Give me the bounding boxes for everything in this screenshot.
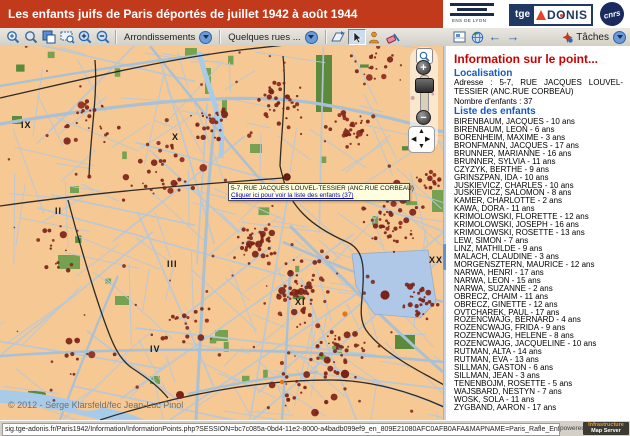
forward-icon[interactable]: → <box>504 29 522 45</box>
zoom-in-button[interactable]: + <box>416 60 431 75</box>
tasks-menu[interactable]: Tâches <box>562 29 626 45</box>
children-list: BIRENBAUM, JACQUES - 10 ansBIRENBAUM, LE… <box>454 118 626 412</box>
tge-label: tge <box>511 6 534 24</box>
district-label: X <box>172 132 179 142</box>
tasks-label: Tâches <box>576 32 609 43</box>
child-entry: ZYGBAND, AARON - 17 ans <box>454 404 626 412</box>
map-copyright: © 2012 - Serge Klarsfeld/fec Jean-Luc Pi… <box>8 400 183 410</box>
pan-down-icon[interactable]: ▼ <box>418 143 425 150</box>
overview-map-icon[interactable] <box>450 29 468 45</box>
application-window: Les enfants juifs de Paris déportés de j… <box>0 0 630 436</box>
chevron-down-icon[interactable] <box>199 31 212 44</box>
full-extent-icon[interactable] <box>40 29 58 45</box>
pan-right-icon[interactable]: ▶ <box>425 136 430 143</box>
zoom-previous-icon[interactable] <box>22 29 40 45</box>
address-text: Adresse : 5-7, RUE JACQUES LOUVEL-TESSIE… <box>454 79 623 96</box>
select-arrow-icon[interactable] <box>348 29 366 45</box>
zoom-in-icon[interactable] <box>4 29 22 45</box>
logo-strip: ENS DE LYON tge DONIS cnrs <box>443 0 630 29</box>
district-label: XX <box>429 255 443 265</box>
adonis-triangle-icon <box>536 10 546 20</box>
globe-icon[interactable] <box>468 29 486 45</box>
status-url: sig.tge-adonis.fr/Paris1942/Information/… <box>2 423 560 436</box>
district-label: III <box>167 259 178 269</box>
cnrs-logo: cnrs <box>598 0 626 28</box>
pan-map-icon[interactable] <box>330 29 348 45</box>
map-server-badge: Infrastructure Map Server <box>583 422 629 435</box>
pan-up-icon[interactable]: ▲ <box>418 128 425 135</box>
zoom-plus-icon[interactable] <box>76 29 94 45</box>
tooltip-children-link[interactable]: Cliquer ici pour voir la liste des enfan… <box>231 192 407 199</box>
page-title: Les enfants juifs de Paris déportés de j… <box>8 0 357 28</box>
zoom-selection-icon[interactable] <box>58 29 76 45</box>
identify-person-icon[interactable] <box>366 29 384 45</box>
pan-left-icon[interactable]: ◀ <box>411 136 416 143</box>
arrondissements-dropdown[interactable]: Arrondissements <box>120 31 216 44</box>
tge-adonis-logo: tge DONIS <box>509 4 593 26</box>
back-icon[interactable]: ← <box>486 29 504 45</box>
toolbar-separator <box>219 30 221 44</box>
title-bar: Les enfants juifs de Paris déportés de j… <box>0 0 443 28</box>
toolbar: Arrondissements Quelques rues ... <box>0 28 630 47</box>
pan-pad[interactable]: ▲ ▼ ◀ ▶ <box>408 126 435 153</box>
arrondissements-label: Arrondissements <box>124 32 195 43</box>
status-bar: sig.tge-adonis.fr/Paris1942/Information/… <box>0 420 630 436</box>
map-viewport[interactable]: IXXIIIIIIVXIXX 5-7, RUE JACQUES LOUVEL-T… <box>0 46 443 420</box>
chevron-down-icon[interactable] <box>613 31 626 44</box>
rues-dropdown[interactable]: Quelques rues ... <box>224 31 321 44</box>
map-tooltip: 5-7, RUE JACQUES LOUVEL-TESSIER (ANC.RUE… <box>228 183 410 201</box>
district-label: IX <box>21 120 32 130</box>
chevron-down-icon[interactable] <box>305 31 318 44</box>
tooltip-address: 5-7, RUE JACQUES LOUVEL-TESSIER (ANC.RUE… <box>231 185 407 192</box>
rues-label: Quelques rues ... <box>228 32 300 43</box>
zoom-minus-icon[interactable] <box>94 29 112 45</box>
section-liste: Liste des enfants <box>454 106 536 117</box>
map-canvas[interactable] <box>0 46 443 420</box>
clear-selection-icon[interactable] <box>384 29 402 45</box>
toolbar-separator <box>115 30 117 44</box>
district-label: II <box>55 206 62 216</box>
toolbar-separator <box>325 30 327 44</box>
district-label: IV <box>150 344 161 354</box>
zoom-out-button[interactable]: − <box>416 110 431 125</box>
info-panel: Information sur le point... Localisation… <box>446 46 630 420</box>
info-panel-title: Information sur le point... <box>454 52 598 66</box>
ens-caption: ENS DE LYON <box>452 18 486 23</box>
ens-lyon-logo: ENS DE LYON <box>450 3 494 25</box>
adonis-label: DONIS <box>536 8 588 22</box>
children-count: Nombre d'enfants : 37 <box>454 97 532 106</box>
district-label: XI <box>295 297 306 307</box>
tasks-icon <box>562 32 573 43</box>
zoom-slider-handle[interactable] <box>415 78 434 93</box>
